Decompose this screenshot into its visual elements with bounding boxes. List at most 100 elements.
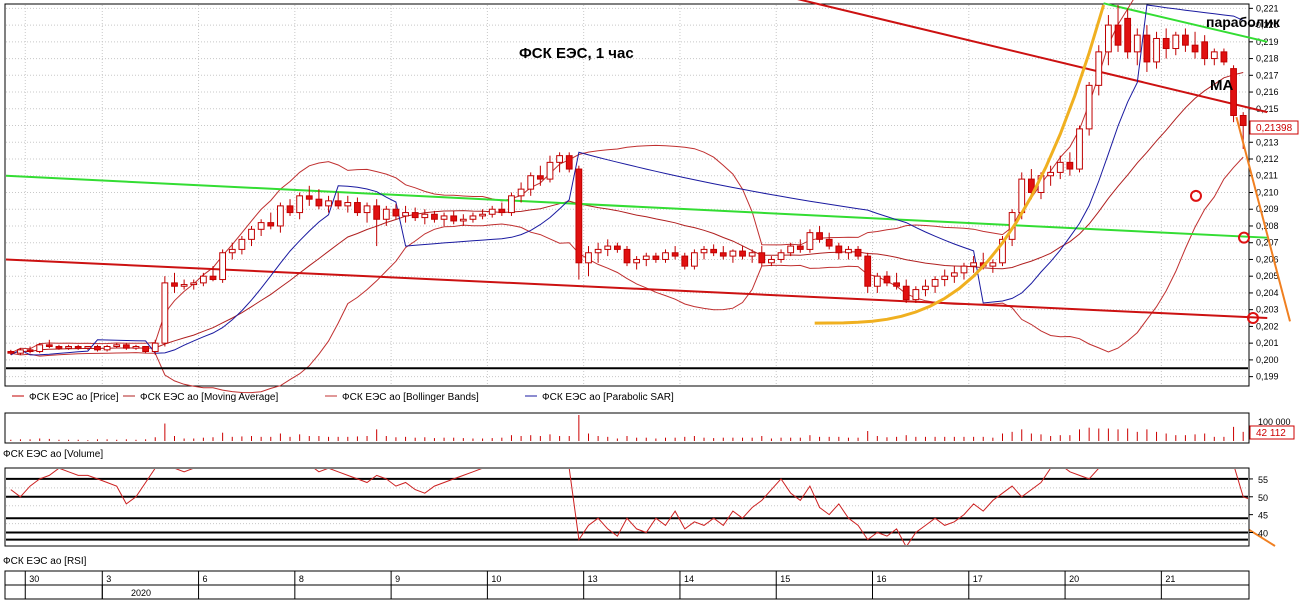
candle-body [902,285,910,301]
candle-body [642,255,650,260]
candle-body [845,248,852,254]
candle-body [565,155,573,170]
volume-pane-label: ФСК ЕЭС ао [Volume] [3,449,103,460]
candle-body [662,252,669,260]
candle-body [45,344,53,347]
candle-body [691,252,698,267]
candle-body [113,344,121,347]
candle-body [161,282,169,344]
candle-body [777,252,785,260]
candle-body [1085,84,1093,130]
price-candle [1085,82,1093,136]
candle-body [613,245,621,250]
price-tick-label: 0,210 [1256,187,1279,197]
rsi-tick-label: 45 [1258,511,1268,521]
candle-body [883,275,891,284]
candle-body [228,248,236,254]
date-label: 13 [588,574,598,584]
rsi-tick-label: 55 [1258,475,1268,485]
candle-body [604,245,612,250]
candle-body [421,213,429,219]
candle-body [1056,161,1064,173]
candle-body [199,275,207,284]
price-tick-label: 0,211 [1256,171,1278,181]
candle-body [950,272,958,277]
candle-body [440,215,448,220]
candle-body [768,258,775,264]
candle-body [1191,44,1199,53]
candle-body [787,245,795,254]
candle-body [392,208,400,217]
price-candle [623,246,631,267]
candle-body [1172,34,1180,50]
candle-body [873,275,881,287]
candle-body [7,351,15,354]
price-tick-label: 0,215 [1256,104,1279,114]
candle-body [556,155,563,163]
candle-body [652,255,660,260]
candle-body [893,282,900,287]
price-tick-label: 0,216 [1256,87,1279,97]
price-tick-label: 0,199 [1256,372,1279,382]
candle-body [970,262,977,267]
price-tick-label: 0,218 [1256,54,1279,64]
candle-body [816,232,823,240]
price-candle [219,249,227,283]
legend: ФСК ЕЭС ао [Price] ФСК ЕЭС ао [Moving Ave… [12,392,674,403]
candle-body [344,202,352,207]
date-label: 8 [299,574,304,584]
candle-body [546,161,554,180]
price-tick-label: 0,204 [1256,288,1279,298]
candle-body [1114,24,1122,46]
candle-body [94,345,101,351]
candle-body [315,198,323,207]
candle-body [1124,17,1132,53]
candle-body [363,205,371,214]
date-label: 9 [395,574,400,584]
candle-body [1182,34,1189,46]
candle-body [1047,171,1055,177]
price-tick-label: 0,201 [1256,338,1279,348]
price-tick-label: 0,200 [1256,355,1279,365]
date-label: 21 [1165,574,1175,584]
candle-body [681,255,689,267]
price-tick-label: 0,212 [1256,154,1279,164]
date-label: 16 [877,574,887,584]
candle-body [633,258,641,264]
candle-body [912,289,920,301]
chart-title: ФСК ЕЭС, 1 час [519,45,634,62]
candle-body [354,202,361,214]
candle-body [382,208,390,220]
candle-body [1153,37,1160,63]
price-candle [575,165,583,280]
candle-body [248,228,255,240]
candle-body [748,252,756,257]
price-tick-label: 0,207 [1256,238,1279,248]
candle-body [238,238,246,250]
candle-body [305,195,313,200]
candle-body [710,248,718,254]
price-candle [161,276,169,347]
candle-body [479,213,486,217]
candle-body [1210,51,1218,60]
rsi-pane-label: ФСК ЕЭС ао [RSI] [3,556,87,567]
volume-badge-value: 42 112 [1256,428,1286,439]
candle-body [1239,114,1247,127]
candle-body [825,238,833,247]
candle-body [1143,34,1151,63]
chart-canvas: 0,1990,2000,2010,2020,2030,2040,2050,206… [3,0,1299,600]
candle-body [142,345,149,353]
candle-body [517,188,525,197]
candle-body [17,349,24,354]
legend-label: ФСК ЕЭС ао [Bollinger Bands] [342,392,479,403]
candle-body [209,275,217,281]
candle-body [989,262,997,267]
candle-body [122,344,130,349]
candle-body [219,252,227,281]
candle-body [508,195,515,214]
candle-body [469,215,477,220]
candle-body [941,275,949,281]
candle-body [536,175,544,180]
parabolic-annotation: параболик [1206,14,1281,30]
candle-body [459,218,467,222]
